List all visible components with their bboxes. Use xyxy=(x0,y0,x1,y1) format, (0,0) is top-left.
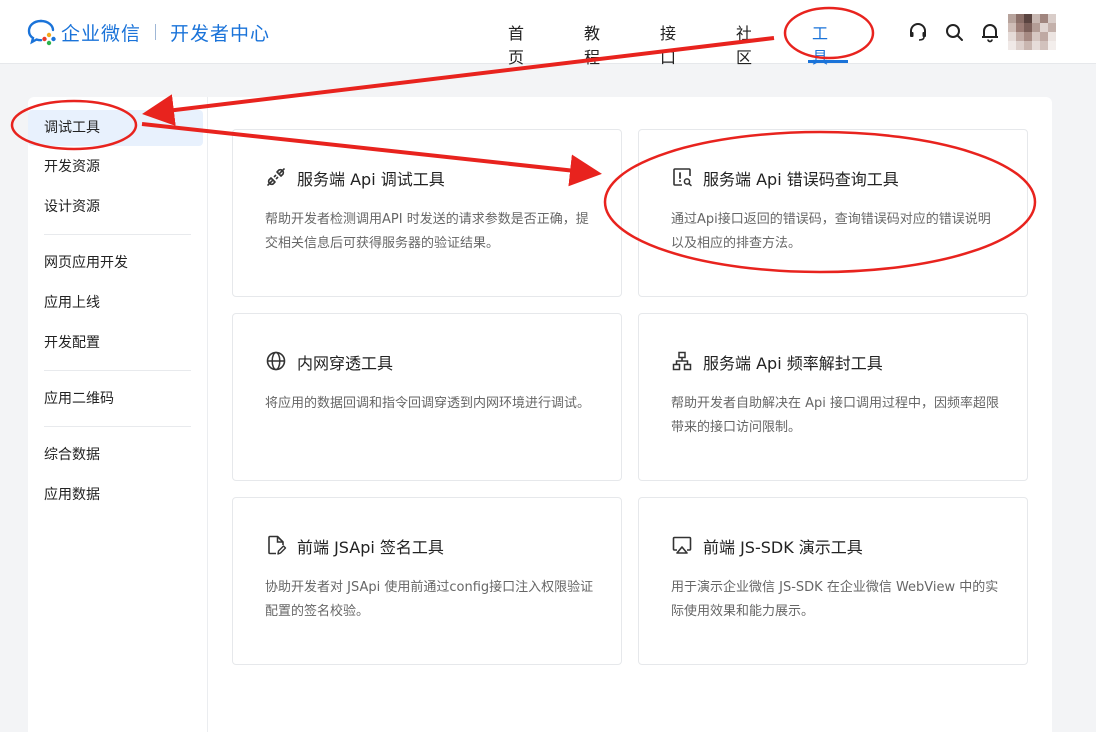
card-title: 服务端 Api 频率解封工具 xyxy=(703,354,883,373)
sidebar-item-design-resources[interactable]: 设计资源 xyxy=(28,189,203,225)
nav-api[interactable]: 接口 xyxy=(660,20,676,68)
bell-icon[interactable] xyxy=(979,21,1001,43)
tool-card-jssdk-demo[interactable]: 前端 JS-SDK 演示工具 用于演示企业微信 JS-SDK 在企业微信 Web… xyxy=(638,497,1028,665)
sidebar-divider xyxy=(44,370,191,371)
airplay-icon xyxy=(671,534,693,556)
card-description: 用于演示企业微信 JS-SDK 在企业微信 WebView 中的实际使用效果和能… xyxy=(671,580,999,619)
wecom-logo-icon xyxy=(27,18,59,46)
nav-home[interactable]: 首页 xyxy=(508,20,524,68)
sidebar-item-dev-config[interactable]: 开发配置 xyxy=(28,325,203,361)
top-header: 企业微信 开发者中心 首页 教程 接口 社区 工具 xyxy=(0,0,1096,67)
card-description: 帮助开发者检测调用API 时发送的请求参数是否正确，提交相关信息后可获得服务器的… xyxy=(265,212,589,251)
document-sign-icon xyxy=(265,534,287,556)
card-description: 将应用的数据回调和指令回调穿透到内网环境进行调试。 xyxy=(265,396,591,411)
sidebar: 调试工具 开发资源 设计资源 网页应用开发 应用上线 开发配置 应用二维码 综合… xyxy=(28,97,208,732)
sidebar-item-app-qrcode[interactable]: 应用二维码 xyxy=(28,381,203,417)
card-title: 内网穿透工具 xyxy=(297,354,394,373)
brand-divider xyxy=(155,24,157,40)
card-description: 帮助开发者自助解决在 Api 接口调用过程中，因频率超限带来的接口访问限制。 xyxy=(671,396,1000,435)
sidebar-divider xyxy=(44,426,191,427)
tool-card-rate-unblock[interactable]: 服务端 Api 频率解封工具 帮助开发者自助解决在 Api 接口调用过程中，因频… xyxy=(638,313,1028,481)
nav-community[interactable]: 社区 xyxy=(736,20,752,68)
card-title: 前端 JSApi 签名工具 xyxy=(297,538,444,557)
brand-logo[interactable]: 企业微信 开发者中心 xyxy=(27,18,270,46)
sidebar-item-dev-resources[interactable]: 开发资源 xyxy=(28,149,203,185)
card-title: 服务端 Api 调试工具 xyxy=(297,170,445,189)
tool-card-jsapi-sign[interactable]: 前端 JSApi 签名工具 协助开发者对 JSApi 使用前通过config接口… xyxy=(232,497,622,665)
tool-card-error-code[interactable]: 服务端 Api 错误码查询工具 通过Api接口返回的错误码，查询错误码对应的错误… xyxy=(638,129,1028,297)
sidebar-item-web-app-dev[interactable]: 网页应用开发 xyxy=(28,245,203,281)
globe-icon xyxy=(265,350,287,372)
tool-card-api-debug[interactable]: 服务端 Api 调试工具 帮助开发者检测调用API 时发送的请求参数是否正确，提… xyxy=(232,129,622,297)
sidebar-item-app-data[interactable]: 应用数据 xyxy=(28,477,203,513)
card-title: 服务端 Api 错误码查询工具 xyxy=(703,170,899,189)
search-icon[interactable] xyxy=(943,21,965,43)
sidebar-item-app-launch[interactable]: 应用上线 xyxy=(28,285,203,321)
sidebar-item-overall-data[interactable]: 综合数据 xyxy=(28,437,203,473)
card-description: 通过Api接口返回的错误码，查询错误码对应的错误说明以及相应的排查方法。 xyxy=(671,212,991,251)
card-title: 前端 JS-SDK 演示工具 xyxy=(703,538,863,557)
network-icon xyxy=(671,350,693,372)
nav-active-indicator xyxy=(808,60,848,63)
plug-icon xyxy=(265,166,287,188)
sidebar-item-debug-tools[interactable]: 调试工具 xyxy=(28,110,203,146)
user-avatar[interactable] xyxy=(1008,14,1056,50)
brand-name: 企业微信 xyxy=(61,22,142,45)
brand-subtitle: 开发者中心 xyxy=(170,22,271,45)
sidebar-divider xyxy=(44,234,191,235)
card-description: 协助开发者对 JSApi 使用前通过config接口注入权限验证配置的签名校验。 xyxy=(265,580,594,619)
nav-tutorial[interactable]: 教程 xyxy=(584,20,600,68)
error-search-icon xyxy=(671,166,693,188)
headset-icon[interactable] xyxy=(907,21,929,43)
tool-card-intranet[interactable]: 内网穿透工具 将应用的数据回调和指令回调穿透到内网环境进行调试。 xyxy=(232,313,622,481)
